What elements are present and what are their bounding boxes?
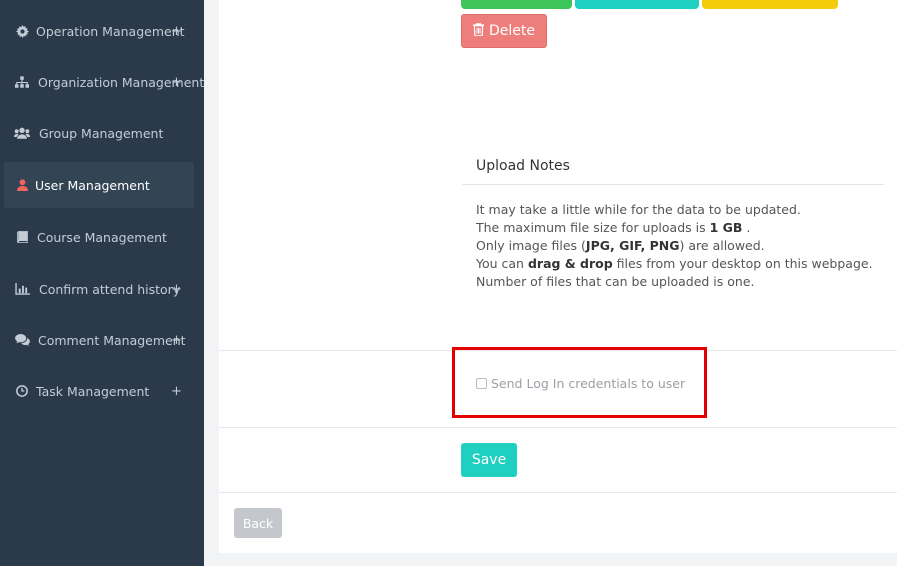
send-credentials-option[interactable]: Send Log In credentials to user [476, 376, 685, 391]
delete-button-label: Delete [489, 23, 535, 39]
clock-icon [14, 383, 30, 399]
upload-notes-title: Upload Notes [476, 158, 570, 174]
sidebar-item-group-management[interactable]: Group Management [4, 110, 194, 156]
save-button[interactable]: Save [461, 443, 517, 477]
upload-notes-divider [462, 184, 884, 185]
upload-green-button[interactable] [461, 0, 572, 9]
sidebar-item-label: Group Management [39, 125, 164, 141]
sidebar-item-label: Operation Management [36, 23, 185, 39]
sitemap-icon [14, 74, 30, 90]
book-icon [14, 229, 30, 245]
sidebar-item-confirm-attend-history[interactable]: Confirm attend history + [4, 266, 194, 312]
expand-plus-icon[interactable]: + [171, 24, 182, 39]
sidebar-item-user-management[interactable]: User Management [4, 162, 194, 208]
send-credentials-checkbox[interactable] [476, 378, 487, 389]
notes-bold: JPG, GIF, PNG [585, 238, 680, 253]
comments-icon [14, 332, 30, 348]
notes-text: You can [476, 256, 528, 271]
notes-bold: 1 GB [709, 220, 743, 235]
sidebar-item-label: User Management [35, 177, 150, 193]
notes-text: ) are allowed. [679, 238, 765, 253]
notes-text: It may take a little while for the data … [476, 202, 801, 217]
sidebar-item-organization-management[interactable]: Organization Management + [4, 59, 204, 105]
notes-line: It may take a little while for the data … [476, 201, 873, 219]
notes-line: Number of files that can be uploaded is … [476, 273, 873, 291]
expand-plus-icon[interactable]: + [171, 384, 182, 399]
sidebar-item-label: Task Management [36, 383, 150, 399]
sidebar-item-label: Comment Management [38, 332, 186, 348]
gear-icon [14, 23, 30, 39]
notes-bold: drag & drop [527, 256, 613, 271]
notes-text: . [742, 220, 751, 235]
notes-text: The maximum file size for uploads is [476, 220, 710, 235]
users-icon [14, 125, 30, 141]
notes-line: The maximum file size for uploads is 1 G… [476, 219, 873, 237]
notes-line: Only image files (JPG, GIF, PNG) are all… [476, 237, 873, 255]
section-divider [219, 427, 897, 428]
sidebar-item-operation-management[interactable]: Operation Management + [4, 8, 194, 54]
main-content: Delete Upload Notes It may take a little… [219, 0, 897, 553]
sidebar-item-label: Course Management [37, 229, 167, 245]
section-divider [219, 492, 897, 493]
expand-plus-icon[interactable]: + [171, 333, 182, 348]
back-button[interactable]: Back [234, 508, 282, 538]
expand-plus-icon[interactable]: + [171, 75, 182, 90]
upload-notes-body: It may take a little while for the data … [476, 201, 873, 291]
send-credentials-label: Send Log In credentials to user [491, 376, 686, 391]
notes-line: You can drag & drop files from your desk… [476, 255, 873, 273]
notes-text: Number of files that can be uploaded is … [476, 274, 755, 289]
notes-text: files from your desktop on this webpage. [612, 256, 873, 271]
notes-text: Only image files ( [476, 238, 586, 253]
bar-chart-icon [14, 281, 30, 297]
delete-button[interactable]: Delete [461, 14, 547, 48]
upload-teal-button[interactable] [575, 0, 699, 9]
sidebar-item-task-management[interactable]: Task Management + [4, 368, 194, 414]
sidebar-item-label: Confirm attend history [39, 281, 181, 297]
sidebar-item-comment-management[interactable]: Comment Management + [4, 317, 194, 363]
user-icon [14, 177, 30, 193]
trash-icon [473, 22, 484, 40]
sidebar: Operation Management + Organization Mana… [0, 0, 204, 566]
expand-plus-icon[interactable]: + [171, 282, 182, 297]
upload-yellow-button[interactable] [702, 0, 838, 9]
sidebar-item-course-management[interactable]: Course Management [4, 214, 194, 260]
